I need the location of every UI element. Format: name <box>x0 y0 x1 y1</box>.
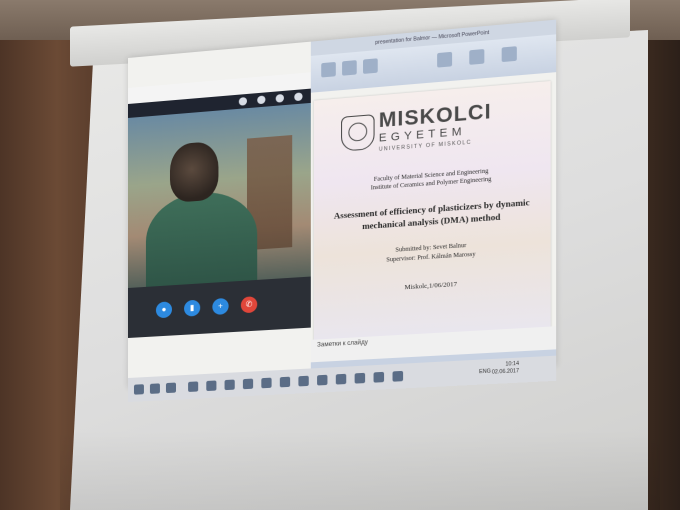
taskbar-app-icon[interactable] <box>261 377 272 389</box>
remote-video-feed <box>128 102 311 288</box>
video-toggle-icon[interactable]: ● <box>155 301 172 319</box>
keyboard-language[interactable]: ENG <box>479 368 491 375</box>
crest-emblem <box>348 121 368 142</box>
slide-date: Miskolc,1/06/2017 <box>404 280 458 292</box>
screen-lower-shading <box>60 430 660 510</box>
start-icon[interactable] <box>133 384 144 395</box>
clock-date: 02.06.2017 <box>491 368 520 376</box>
presentation-slide: MISKOLCI EGYETEM UNIVERSITY OF MISKOLC F… <box>313 81 551 341</box>
taskbar-app-icon[interactable] <box>188 381 199 392</box>
taskbar-app-icon[interactable] <box>279 376 291 388</box>
ribbon-button[interactable] <box>501 46 517 63</box>
taskbar-app-icon[interactable] <box>373 371 385 383</box>
add-icon[interactable]: + <box>212 297 229 316</box>
end-call-icon[interactable]: ✆ <box>240 296 258 314</box>
taskbar-app-icon[interactable] <box>242 378 254 390</box>
chat-icon[interactable] <box>238 97 247 106</box>
ribbon-button[interactable] <box>469 48 485 65</box>
slide-title: Assessment of efficiency of plasticizers… <box>314 194 551 235</box>
university-crest-icon <box>341 114 375 152</box>
taskbar-app-icon[interactable] <box>392 370 404 382</box>
caller-head <box>169 140 219 203</box>
task-view-icon[interactable] <box>165 382 177 394</box>
screen-share-icon[interactable] <box>257 95 266 105</box>
taskbar-clock[interactable]: 10:14 02.06.2017 <box>492 361 519 377</box>
ribbon-button[interactable] <box>363 58 378 74</box>
call-controls: ● ▮ + ✆ <box>128 276 311 338</box>
add-person-icon[interactable] <box>275 93 284 103</box>
caller-body <box>145 188 258 287</box>
search-icon[interactable] <box>149 383 160 394</box>
microphone-icon[interactable]: ▮ <box>184 299 201 317</box>
taskbar-app-icon[interactable] <box>335 373 347 385</box>
ribbon-button[interactable] <box>342 60 357 76</box>
taskbar-app-icon[interactable] <box>317 374 328 386</box>
video-call-window: ● ▮ + ✆ <box>128 72 311 338</box>
taskbar-app-icon[interactable] <box>298 375 309 387</box>
taskbar-app-icon[interactable] <box>354 372 366 384</box>
slide-authors: Submitted by: Sevet Balnur Supervisor: P… <box>314 236 551 270</box>
taskbar-app-icon[interactable] <box>224 379 235 391</box>
projected-desktop: ● ▮ + ✆ presentation for Balmor — Micros… <box>128 19 557 402</box>
taskbar-app-icon[interactable] <box>206 380 217 392</box>
shield-icon[interactable] <box>294 92 303 102</box>
ribbon-button[interactable] <box>321 61 336 78</box>
slide-affiliation: Faculty of Material Science and Engineer… <box>314 163 551 197</box>
ribbon-button[interactable] <box>437 51 453 68</box>
